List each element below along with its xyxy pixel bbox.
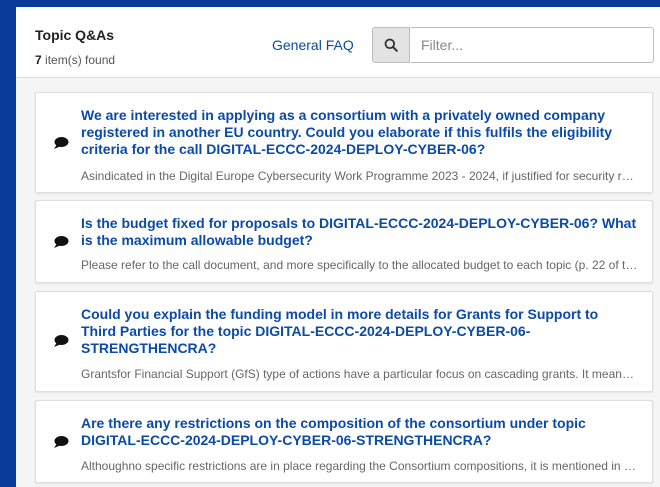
answer-snippet: Please refer to the call document, and m…: [81, 258, 639, 272]
answer-snippet: Asindicated in the Digital Europe Cybers…: [81, 169, 639, 183]
answer-snippet: Grantsfor Financial Support (GfS) type o…: [81, 367, 639, 381]
comment-icon: [54, 236, 69, 248]
search-icon: [384, 38, 398, 52]
panel-title: Topic Q&As: [35, 27, 115, 43]
answer-snippet: Althoughno specific restrictions are in …: [81, 459, 639, 473]
qa-card[interactable]: Are there any restrictions on the compos…: [35, 400, 653, 483]
search-button[interactable]: [372, 27, 410, 63]
comment-icon: [54, 137, 69, 149]
question-link[interactable]: Could you explain the funding model in m…: [81, 306, 637, 357]
question-link[interactable]: Are there any restrictions on the compos…: [81, 415, 637, 449]
question-link[interactable]: Is the budget fixed for proposals to DIG…: [81, 215, 637, 249]
comment-icon: [54, 436, 69, 448]
qa-card[interactable]: We are interested in applying as a conso…: [35, 92, 653, 193]
qa-card[interactable]: Could you explain the funding model in m…: [35, 291, 653, 392]
topic-qa-panel: Topic Q&As 7 item(s) found General FAQ W…: [16, 7, 660, 487]
general-faq-link[interactable]: General FAQ: [272, 37, 354, 53]
qa-card[interactable]: Is the budget fixed for proposals to DIG…: [35, 200, 653, 283]
filter-input[interactable]: [411, 27, 654, 63]
comment-icon: [54, 335, 69, 347]
question-link[interactable]: We are interested in applying as a conso…: [81, 107, 637, 158]
items-count-suffix: item(s) found: [41, 53, 116, 67]
panel-header: Topic Q&As 7 item(s) found General FAQ: [16, 7, 660, 78]
items-found-count: 7 item(s) found: [35, 53, 115, 67]
items-count-number: 7: [35, 53, 42, 67]
